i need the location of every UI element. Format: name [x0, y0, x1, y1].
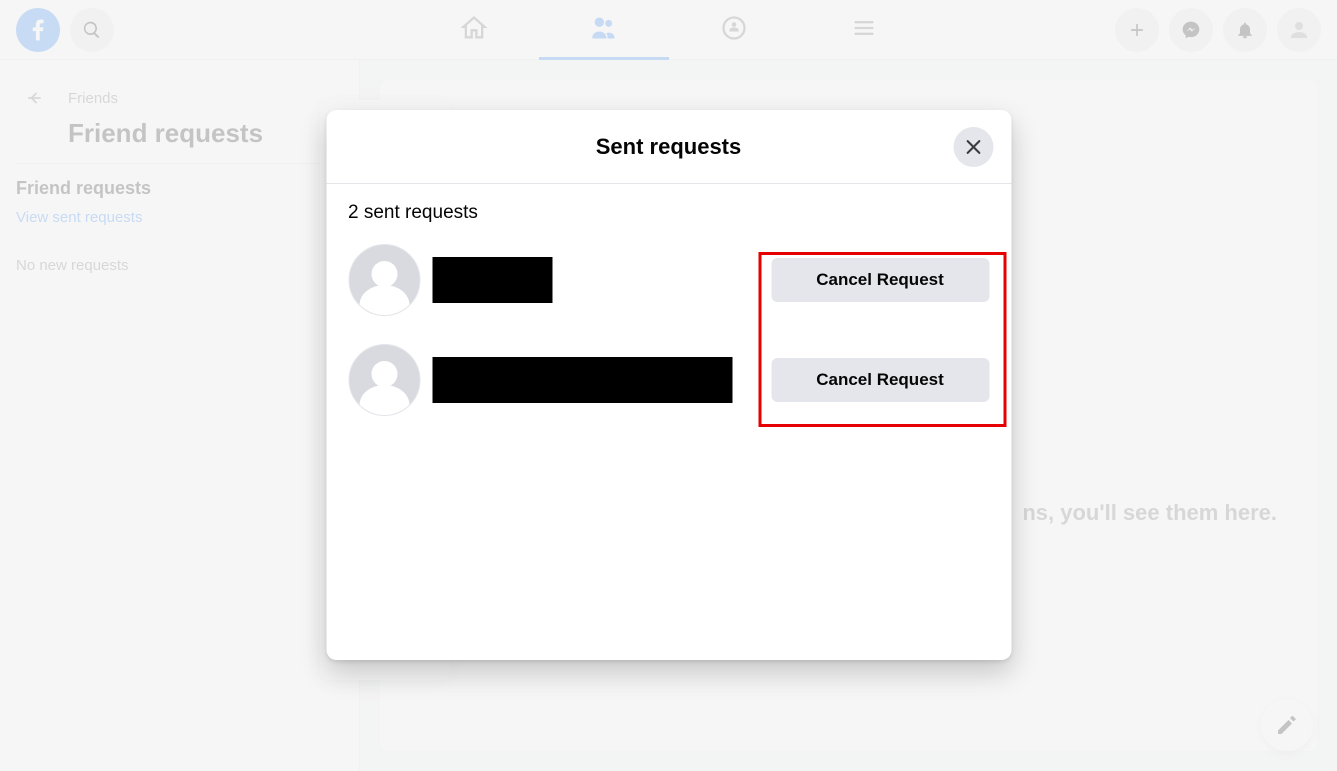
redacted-name — [432, 357, 732, 403]
redacted-name — [432, 257, 552, 303]
modal-close-button[interactable] — [953, 127, 993, 167]
cancel-request-button[interactable]: Cancel Request — [771, 358, 989, 402]
sent-request-row: Cancel Request — [348, 344, 989, 416]
modal-title: Sent requests — [596, 134, 742, 160]
close-icon — [963, 137, 983, 157]
modal-header: Sent requests — [326, 110, 1011, 184]
sent-requests-modal: Sent requests 2 sent requests Cancel Req… — [326, 110, 1011, 660]
avatar[interactable] — [348, 344, 420, 416]
cancel-request-button[interactable]: Cancel Request — [771, 258, 989, 302]
avatar[interactable] — [348, 244, 420, 316]
sent-count-label: 2 sent requests — [348, 202, 989, 224]
modal-body: 2 sent requests Cancel Request Cancel Re… — [326, 184, 1011, 462]
sent-request-row: Cancel Request — [348, 244, 989, 316]
